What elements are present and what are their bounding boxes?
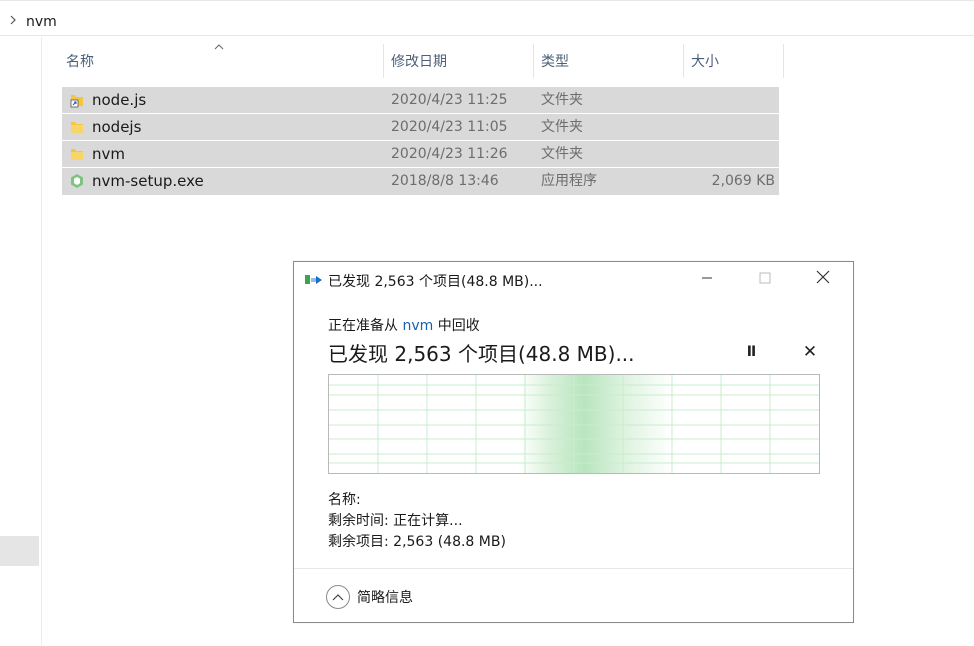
detail-time-remaining: 剩余时间: 正在计算...	[328, 513, 463, 529]
file-date: 2020/4/23 11:25	[391, 92, 508, 108]
status-folder-link[interactable]: nvm	[402, 318, 433, 334]
column-header-size[interactable]: 大小	[687, 44, 783, 78]
breadcrumb-item-nvm[interactable]: nvm	[26, 14, 57, 30]
folder-icon	[69, 119, 85, 135]
file-type: 应用程序	[541, 173, 597, 189]
file-type: 文件夹	[541, 119, 583, 135]
top-divider	[0, 0, 974, 1]
file-row[interactable]: nvm 2020/4/23 11:26 文件夹	[62, 141, 779, 168]
file-name: nodejs	[92, 118, 142, 136]
recycle-progress-icon	[305, 273, 323, 287]
column-headers: 名称 修改日期 类型 大小	[62, 44, 784, 78]
detail-name: 名称:	[328, 492, 361, 508]
dialog-status: 正在准备从 nvm 中回收	[328, 315, 480, 335]
status-prefix: 正在准备从	[328, 318, 398, 334]
file-row[interactable]: nvm-setup.exe 2018/8/8 13:46 应用程序 2,069 …	[62, 168, 779, 195]
recycle-progress-dialog: 已发现 2,563 个项目(48.8 MB)... 正在准备从 nvm 中回收 …	[293, 261, 854, 623]
navigation-selected-item[interactable]	[0, 536, 39, 566]
file-row[interactable]: nodejs 2020/4/23 11:05 文件夹	[62, 114, 779, 141]
installer-icon	[69, 173, 85, 189]
column-divider[interactable]	[533, 44, 534, 78]
folder-icon	[69, 146, 85, 162]
file-type: 文件夹	[541, 92, 583, 108]
file-date: 2020/4/23 11:26	[391, 146, 508, 162]
chevron-up-icon	[326, 585, 350, 609]
dialog-title: 已发现 2,563 个项目(48.8 MB)...	[328, 274, 543, 290]
progress-grid	[329, 375, 819, 473]
close-button[interactable]	[800, 262, 846, 298]
file-size: 2,069 KB	[711, 173, 775, 189]
pause-button[interactable]: II	[740, 344, 762, 362]
dialog-footer-divider	[294, 568, 853, 569]
cancel-operation-button[interactable]: ✕	[799, 342, 821, 362]
detail-items-remaining: 剩余项目: 2,563 (48.8 MB)	[328, 534, 506, 550]
column-header-date[interactable]: 修改日期	[387, 44, 533, 78]
column-divider[interactable]	[383, 44, 384, 78]
chevron-right-icon[interactable]	[8, 14, 20, 30]
file-name: nvm-setup.exe	[92, 172, 204, 190]
fewer-details-button[interactable]: 简略信息	[326, 584, 413, 610]
shortcut-folder-icon	[69, 92, 85, 108]
file-date: 2018/8/8 13:46	[391, 173, 499, 189]
file-row[interactable]: node.js 2020/4/23 11:25 文件夹	[62, 87, 779, 114]
column-header-type[interactable]: 类型	[537, 44, 683, 78]
file-type: 文件夹	[541, 146, 583, 162]
dialog-heading: 已发现 2,563 个项目(48.8 MB)...	[328, 342, 635, 366]
file-list: node.js 2020/4/23 11:25 文件夹 nodejs 2020/…	[62, 87, 779, 195]
progress-graph	[328, 374, 820, 474]
status-suffix: 中回收	[437, 318, 480, 334]
fewer-details-label: 简略信息	[357, 590, 413, 606]
file-name: nvm	[92, 145, 125, 163]
dialog-title-bar[interactable]: 已发现 2,563 个项目(48.8 MB)...	[294, 262, 853, 298]
minimize-button[interactable]	[684, 262, 730, 298]
maximize-button[interactable]	[742, 262, 788, 298]
column-header-name[interactable]: 名称	[62, 44, 383, 78]
column-divider[interactable]	[683, 44, 684, 78]
breadcrumb: nvm	[0, 8, 974, 36]
file-name: node.js	[92, 91, 147, 109]
column-divider[interactable]	[783, 44, 784, 78]
file-date: 2020/4/23 11:05	[391, 119, 508, 135]
